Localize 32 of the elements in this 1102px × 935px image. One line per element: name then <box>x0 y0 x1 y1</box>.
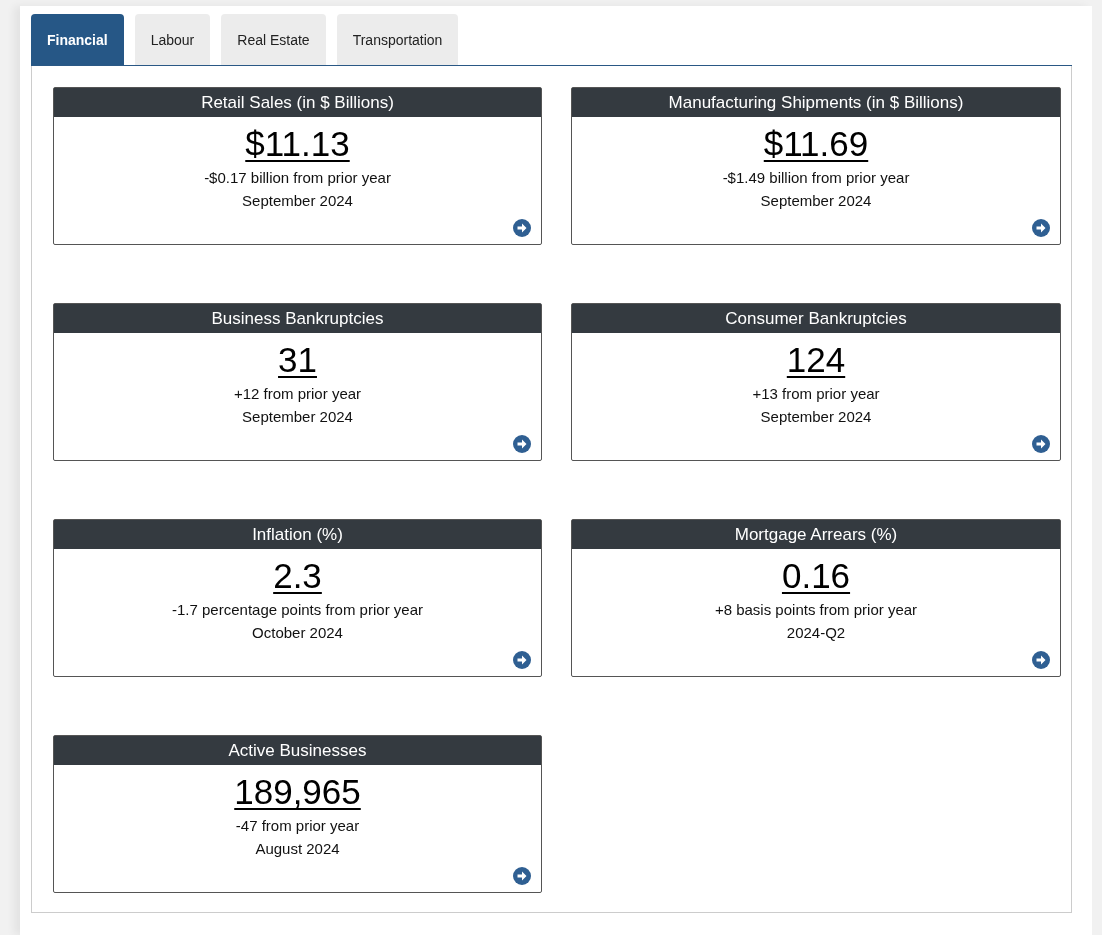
tab[interactable]: Financial <box>31 14 124 65</box>
card-title: Manufacturing Shipments (in $ Billions) <box>572 88 1060 117</box>
change-text: -$1.49 billion from prior year <box>721 168 911 188</box>
change-text: -47 from prior year <box>234 816 361 836</box>
card-title: Retail Sales (in $ Billions) <box>54 88 541 117</box>
card-title: Consumer Bankruptcies <box>572 304 1060 333</box>
period-text: October 2024 <box>251 623 344 643</box>
period-text: 2024-Q2 <box>785 623 847 643</box>
tab[interactable]: Labour <box>134 14 211 65</box>
change-text: +12 from prior year <box>232 384 363 404</box>
value-link[interactable]: 189,965 <box>234 772 361 812</box>
period-text: September 2024 <box>241 407 354 427</box>
value-link[interactable]: 31 <box>278 340 317 380</box>
change-text: +13 from prior year <box>751 384 881 404</box>
value-link[interactable]: $11.69 <box>763 124 869 164</box>
period-text: September 2024 <box>759 191 873 211</box>
tab[interactable]: Real Estate <box>221 14 326 65</box>
period-text: August 2024 <box>254 839 341 859</box>
value-link[interactable]: $11.13 <box>245 124 350 164</box>
value-link[interactable]: 2.3 <box>273 556 322 596</box>
card-title: Mortgage Arrears (%) <box>572 520 1060 549</box>
value-link[interactable]: 0.16 <box>781 556 851 596</box>
period-text: September 2024 <box>241 191 354 211</box>
period-text: September 2024 <box>759 407 873 427</box>
value-link[interactable]: 124 <box>786 340 846 380</box>
card-title: Business Bankruptcies <box>54 304 541 333</box>
change-text: +8 basis points from prior year <box>713 600 919 620</box>
change-text: -$0.17 billion from prior year <box>203 168 392 188</box>
change-text: -1.7 percentage points from prior year <box>171 600 424 620</box>
tab[interactable]: Transportation <box>336 14 459 65</box>
card-title: Inflation (%) <box>54 520 541 549</box>
card-title: Active Businesses <box>54 736 541 765</box>
